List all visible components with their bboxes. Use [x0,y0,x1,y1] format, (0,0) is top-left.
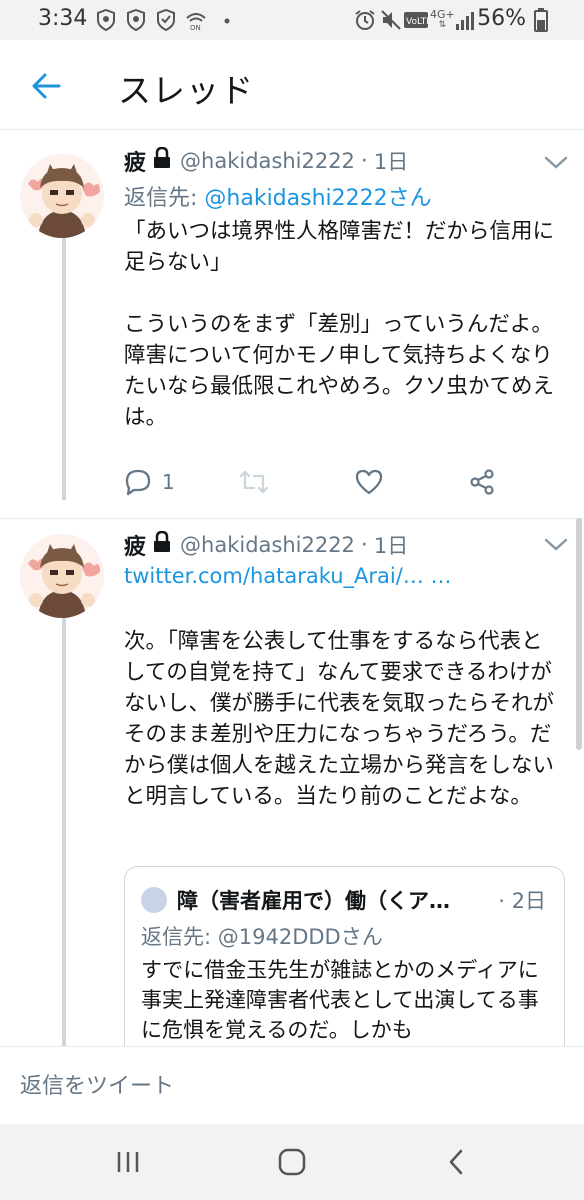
mute-icon [380,8,402,32]
reply-composer [0,1046,584,1125]
reply-to: 返信先: @hakidashi2222さん [124,180,432,212]
home-icon [278,1148,306,1176]
separator-dot: · [360,532,368,558]
status-bar: 3:34 ON VoLTE 4G+ ⇅ 56% [0,0,584,40]
svg-text:ON: ON [190,24,201,31]
reply-input[interactable] [0,1047,584,1125]
lock-icon [152,146,172,175]
shield-icon [156,8,176,32]
tweet-text: 次。「障害を公表して仕事をするなら代表としての自覚を持て」なんて要求できるわけが… [124,629,555,809]
tweet-link[interactable]: twitter.com/hataraku_Arai/… … [124,564,452,588]
reply-button[interactable]: 1 [124,466,175,498]
avatar[interactable] [20,154,104,238]
like-button[interactable] [354,466,384,498]
tweet-actions: 1 [124,466,564,498]
tweet-author-name[interactable]: 疲 [124,529,146,561]
app-header: スレッド [0,40,584,130]
quoted-tweet-text: すでに借金玉先生が雑誌とかのメディアに事実上発達障害者代表として出演してる事に危… [141,958,539,1042]
alarm-icon [354,8,376,32]
chevron-down-icon[interactable] [542,152,570,172]
chevron-left-icon [449,1149,463,1175]
tweet-header: 疲 @hakidashi2222 · 1日 [124,530,408,560]
status-time: 3:34 [38,6,88,31]
tweet-handle[interactable]: @hakidashi2222 [180,149,355,173]
system-back-button[interactable] [436,1144,476,1180]
quoted-avatar [141,887,167,913]
heart-icon [355,469,383,495]
quoted-tweet[interactable]: 障（害者雇用で）働（くア… · 2日 返信先: @1942DDDさん すでに借金… [124,866,565,1066]
retweet-icon [239,470,269,494]
system-nav-bar [0,1124,584,1200]
chevron-down-icon[interactable] [542,534,570,554]
shield-icon [126,8,146,32]
avatar[interactable] [20,534,104,618]
shield-icon [96,8,116,32]
signal-icon [454,8,476,32]
back-button[interactable] [22,62,70,110]
recent-apps-icon [117,1152,139,1172]
scrollbar[interactable] [576,518,582,750]
svg-text:VoLTE: VoLTE [406,17,428,27]
battery-percent: 56% [477,6,526,31]
volte-icon: VoLTE [404,8,428,32]
back-arrow-icon [32,73,61,99]
tweet-header: 疲 @hakidashi2222 · 1日 [124,146,408,176]
thread-line [62,238,66,500]
home-button[interactable] [272,1144,312,1180]
share-icon [470,469,494,495]
reply-to-label: 返信先: [124,186,205,211]
quoted-reply-to: 返信先: @1942DDDさん [141,925,383,949]
wifi-calling-icon: ON [184,8,208,32]
reply-count: 1 [162,470,175,494]
network-indicator: 4G+ ⇅ [430,8,455,30]
reply-icon [125,469,151,496]
tweet-text: 「あいつは境界性人格障害だ！だから信用に足らない」 こういうのをまず「差別」って… [124,219,555,430]
more-icon [222,8,232,32]
quoted-author-name: 障（害者雇用で）働（くア… [177,889,450,913]
tweet-timestamp[interactable]: 1日 [374,146,408,176]
quoted-timestamp: · 2日 [498,889,546,913]
retweet-button[interactable] [238,466,270,498]
page-title: スレッド [118,71,254,110]
quoted-tweet-header: 障（害者雇用で）働（くア… [141,885,450,915]
battery-icon [534,8,548,32]
tweet-handle[interactable]: @hakidashi2222 [180,533,355,557]
tweet-divider [0,518,584,519]
thread-line [62,618,66,1046]
separator-dot: · [360,148,368,174]
recent-apps-button[interactable] [108,1144,148,1180]
tweet-author-name[interactable]: 疲 [124,145,146,177]
network-label: 4G+ [430,8,455,21]
share-button[interactable] [468,466,496,498]
tweet-timestamp[interactable]: 1日 [374,530,408,560]
reply-to-mention[interactable]: @hakidashi2222さん [204,186,431,211]
lock-icon [152,530,172,559]
